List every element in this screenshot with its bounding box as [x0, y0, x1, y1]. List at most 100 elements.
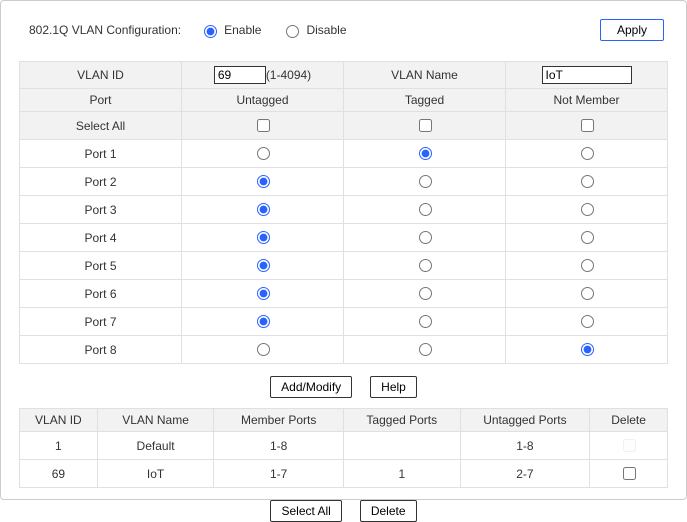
vlan-row-id: 1	[20, 432, 98, 460]
port-tagged-radio[interactable]	[419, 231, 432, 244]
vlan-name-header: VLAN Name	[344, 62, 506, 89]
vlan-id-cell: (1-4094)	[182, 62, 344, 89]
member-vlan-name-header: VLAN Name	[97, 409, 214, 432]
port-untagged-radio[interactable]	[257, 315, 270, 328]
port-label: Port 4	[20, 224, 182, 252]
select-all-untagged-checkbox[interactable]	[257, 119, 270, 132]
vlan-id-input[interactable]	[214, 66, 266, 84]
port-untagged-radio[interactable]	[257, 231, 270, 244]
port-notmember-radio[interactable]	[581, 231, 594, 244]
port-row: Port 8	[20, 336, 668, 364]
port-notmember-radio[interactable]	[581, 287, 594, 300]
select-all-label: Select All	[20, 112, 182, 140]
port-untagged-cell	[182, 196, 344, 224]
port-row: Port 2	[20, 168, 668, 196]
port-untagged-radio[interactable]	[257, 203, 270, 216]
port-row: Port 1	[20, 140, 668, 168]
port-notmember-cell	[506, 140, 668, 168]
enable-disable-radio-group: Enable Disable	[199, 22, 346, 38]
vlan-row-id: 69	[20, 460, 98, 488]
enable-radio-item[interactable]: Enable	[199, 22, 261, 38]
port-untagged-radio[interactable]	[257, 259, 270, 272]
vlan-id-range: (1-4094)	[266, 68, 311, 82]
vlan-row-member-ports: 1-7	[214, 460, 344, 488]
port-notmember-cell	[506, 336, 668, 364]
port-row: Port 6	[20, 280, 668, 308]
port-tagged-radio[interactable]	[419, 175, 432, 188]
vlan-name-cell	[506, 62, 668, 89]
select-all-notmember-cell	[506, 112, 668, 140]
port-row: Port 5	[20, 252, 668, 280]
disable-radio-item[interactable]: Disable	[281, 22, 346, 38]
vlan-row-delete-cell	[590, 432, 668, 460]
vlan-row: 1Default1-81-8	[20, 432, 668, 460]
enable-radio-label: Enable	[224, 23, 261, 37]
select-all-tagged-cell	[344, 112, 506, 140]
port-notmember-radio[interactable]	[581, 203, 594, 216]
vlan-row-delete-checkbox	[623, 439, 636, 452]
port-row: Port 3	[20, 196, 668, 224]
vlan-row-delete-checkbox[interactable]	[623, 467, 636, 480]
vlan-row-tagged-ports	[343, 432, 460, 460]
port-label: Port 7	[20, 308, 182, 336]
port-tagged-cell	[344, 168, 506, 196]
port-col-header: Port	[20, 89, 182, 112]
vlan-row-untagged-ports: 1-8	[460, 432, 590, 460]
vlan-member-table: VLAN ID VLAN Name Member Ports Tagged Po…	[19, 408, 668, 488]
member-untagged-header: Untagged Ports	[460, 409, 590, 432]
disable-radio-label: Disable	[306, 23, 346, 37]
port-untagged-radio[interactable]	[257, 147, 270, 160]
port-notmember-radio[interactable]	[581, 175, 594, 188]
port-tagged-cell	[344, 336, 506, 364]
port-tagged-cell	[344, 308, 506, 336]
port-notmember-cell	[506, 168, 668, 196]
enable-radio[interactable]	[204, 25, 217, 38]
port-label: Port 2	[20, 168, 182, 196]
port-tagged-cell	[344, 280, 506, 308]
port-untagged-cell	[182, 308, 344, 336]
vlan-config-panel: 802.1Q VLAN Configuration: Enable Disabl…	[0, 0, 687, 500]
port-notmember-radio[interactable]	[581, 259, 594, 272]
disable-radio[interactable]	[286, 25, 299, 38]
add-modify-button[interactable]: Add/Modify	[270, 376, 352, 398]
select-all-tagged-checkbox[interactable]	[419, 119, 432, 132]
vlan-row: 69IoT1-712-7	[20, 460, 668, 488]
port-untagged-radio[interactable]	[257, 287, 270, 300]
port-label: Port 6	[20, 280, 182, 308]
port-tagged-cell	[344, 224, 506, 252]
vlan-row-delete-cell	[590, 460, 668, 488]
port-row: Port 7	[20, 308, 668, 336]
port-label: Port 5	[20, 252, 182, 280]
port-notmember-radio[interactable]	[581, 147, 594, 160]
port-tagged-radio[interactable]	[419, 315, 432, 328]
vlan-row-tagged-ports: 1	[343, 460, 460, 488]
port-untagged-radio[interactable]	[257, 343, 270, 356]
port-tagged-radio[interactable]	[419, 343, 432, 356]
port-untagged-cell	[182, 140, 344, 168]
port-tagged-radio[interactable]	[419, 147, 432, 160]
apply-button[interactable]: Apply	[600, 19, 664, 41]
member-ports-header: Member Ports	[214, 409, 344, 432]
port-untagged-radio[interactable]	[257, 175, 270, 188]
port-untagged-cell	[182, 280, 344, 308]
vlan-id-header: VLAN ID	[20, 62, 182, 89]
select-all-notmember-checkbox[interactable]	[581, 119, 594, 132]
port-tagged-radio[interactable]	[419, 203, 432, 216]
vlan-row-member-ports: 1-8	[214, 432, 344, 460]
delete-button[interactable]: Delete	[360, 500, 417, 522]
vlan-name-input[interactable]	[542, 66, 632, 84]
port-notmember-radio[interactable]	[581, 315, 594, 328]
port-notmember-cell	[506, 308, 668, 336]
port-tagged-radio[interactable]	[419, 287, 432, 300]
port-label: Port 8	[20, 336, 182, 364]
vlan-row-name: Default	[97, 432, 214, 460]
untagged-col-header: Untagged	[182, 89, 344, 112]
port-config-table: VLAN ID (1-4094) VLAN Name Port Untagged…	[19, 61, 668, 364]
port-notmember-cell	[506, 196, 668, 224]
port-notmember-radio[interactable]	[581, 343, 594, 356]
help-button[interactable]: Help	[370, 376, 417, 398]
select-all-button[interactable]: Select All	[270, 500, 341, 522]
port-notmember-cell	[506, 252, 668, 280]
table-button-row: Select All Delete	[19, 500, 668, 522]
port-tagged-radio[interactable]	[419, 259, 432, 272]
